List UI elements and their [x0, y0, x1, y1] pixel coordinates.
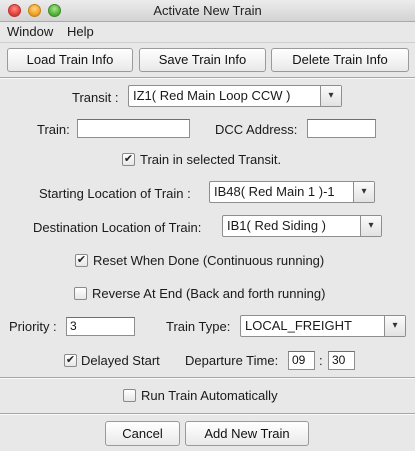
- reverse-at-end-checkbox[interactable]: [74, 287, 87, 300]
- starting-location-select[interactable]: IB48( Red Main 1 )-1 ▾: [209, 181, 375, 203]
- time-separator: :: [319, 353, 323, 368]
- transit-select[interactable]: IZ1( Red Main Loop CCW ) ▾: [128, 85, 342, 107]
- transit-label: Transit :: [72, 90, 119, 105]
- chevron-down-icon[interactable]: ▾: [360, 216, 381, 236]
- departure-minute-input[interactable]: 30: [328, 351, 355, 370]
- title-bar: Activate New Train: [0, 0, 415, 22]
- divider-highlight: [0, 378, 415, 379]
- chevron-down-icon[interactable]: ▾: [353, 182, 374, 202]
- dcc-address-label: DCC Address:: [215, 122, 298, 137]
- add-new-train-button[interactable]: Add New Train: [185, 421, 309, 446]
- load-train-info-button[interactable]: Load Train Info: [7, 48, 133, 72]
- delayed-start-checkbox[interactable]: ✔: [64, 354, 77, 367]
- priority-label: Priority :: [9, 319, 57, 334]
- chevron-down-icon[interactable]: ▾: [320, 86, 341, 106]
- menu-help[interactable]: Help: [67, 24, 94, 39]
- in-transit-checkbox[interactable]: ✔: [122, 153, 135, 166]
- train-name-input[interactable]: [77, 119, 190, 138]
- departure-time-label: Departure Time:: [185, 353, 279, 368]
- reset-when-done-label: Reset When Done (Continuous running): [93, 253, 325, 268]
- menu-window[interactable]: Window: [7, 24, 53, 39]
- transit-value: IZ1( Red Main Loop CCW ): [133, 88, 291, 103]
- destination-location-value: IB1( Red Siding ): [227, 218, 326, 233]
- priority-input[interactable]: 3: [66, 317, 135, 336]
- reverse-at-end-label: Reverse At End (Back and forth running): [92, 286, 326, 301]
- delete-train-info-button[interactable]: Delete Train Info: [271, 48, 409, 72]
- delayed-start-label: Delayed Start: [81, 353, 160, 368]
- cancel-button[interactable]: Cancel: [105, 421, 180, 446]
- run-automatically-checkbox[interactable]: [123, 389, 136, 402]
- run-automatically-label: Run Train Automatically: [141, 388, 278, 403]
- in-transit-label: Train in selected Transit.: [140, 152, 282, 167]
- window-title: Activate New Train: [153, 3, 262, 18]
- train-type-label: Train Type:: [166, 319, 231, 334]
- departure-hour-input[interactable]: 09: [288, 351, 315, 370]
- train-type-select[interactable]: LOCAL_FREIGHT ▾: [240, 315, 406, 337]
- train-type-value: LOCAL_FREIGHT: [245, 318, 352, 333]
- destination-location-select[interactable]: IB1( Red Siding ) ▾: [222, 215, 382, 237]
- menu-bar: Window Help: [0, 22, 415, 43]
- dcc-address-input[interactable]: [307, 119, 376, 138]
- starting-location-label: Starting Location of Train :: [39, 186, 191, 201]
- starting-location-value: IB48( Red Main 1 )-1: [214, 184, 335, 199]
- divider-highlight: [0, 78, 415, 79]
- divider-highlight: [0, 414, 415, 415]
- train-label: Train:: [37, 122, 70, 137]
- save-train-info-button[interactable]: Save Train Info: [139, 48, 266, 72]
- destination-location-label: Destination Location of Train:: [33, 220, 202, 235]
- chevron-down-icon[interactable]: ▾: [384, 316, 405, 336]
- reset-when-done-checkbox[interactable]: ✔: [75, 254, 88, 267]
